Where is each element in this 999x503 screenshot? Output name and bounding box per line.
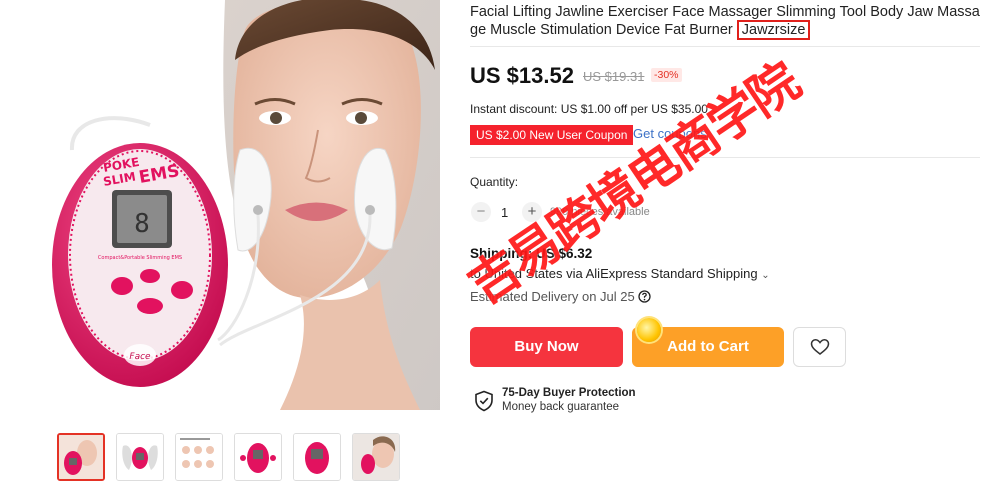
coin-icon	[637, 318, 661, 342]
quantity-decrease-button[interactable]: −	[471, 202, 491, 222]
new-user-coupon[interactable]: US $2.00 New User Coupon	[470, 125, 634, 145]
thumbnail-5[interactable]	[293, 433, 341, 481]
thumbnail-2[interactable]	[116, 433, 164, 481]
current-price: US $13.52	[470, 63, 574, 88]
quantity-label: Quantity:	[470, 175, 519, 189]
buyer-protection-subtitle: Money back guarantee	[502, 401, 619, 413]
original-price: US $19.31	[583, 69, 645, 84]
device-logo: Face	[129, 352, 151, 362]
product-main-image[interactable]: 8 POKE SLIM EMS Compact&Portable Slimmin…	[0, 0, 440, 410]
product-title: Facial Lifting Jawline Exerciser Face Ma…	[470, 3, 982, 40]
thumbnail-6[interactable]	[352, 433, 400, 481]
thumbnail-4[interactable]	[234, 433, 282, 481]
shield-check-icon	[475, 390, 493, 412]
wishlist-button[interactable]	[793, 327, 846, 367]
thumbnail-strip	[57, 433, 400, 481]
discount-badge: -30%	[651, 68, 682, 82]
quantity-value[interactable]: 1	[501, 205, 508, 220]
thumbnail-1[interactable]	[57, 433, 105, 481]
device-display: 8	[134, 209, 150, 239]
device-caption: Compact&Portable Slimming EMS	[98, 255, 182, 261]
divider	[470, 46, 980, 47]
product-photo: 8 POKE SLIM EMS Compact&Portable Slimmin…	[52, 0, 440, 410]
brand-highlight: Jawzrsize	[736, 20, 811, 40]
help-icon[interactable]	[638, 290, 652, 303]
product-title-text: Facial Lifting Jawline Exerciser Face Ma…	[470, 4, 980, 38]
heart-icon	[810, 339, 829, 355]
thumbnail-3[interactable]	[175, 433, 223, 481]
chevron-down-icon: ⌄	[761, 270, 770, 281]
buy-now-button[interactable]: Buy Now	[470, 327, 623, 367]
buyer-protection-title: 75-Day Buyer Protection	[502, 387, 636, 399]
